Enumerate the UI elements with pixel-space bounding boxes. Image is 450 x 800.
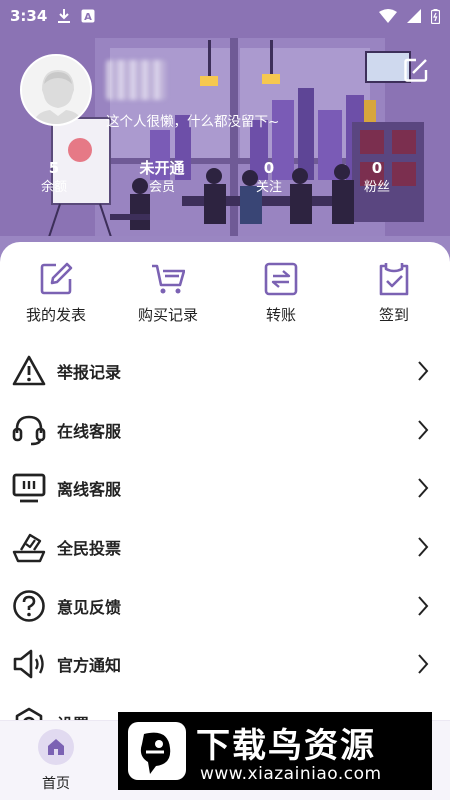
quick-checkin[interactable]: 签到: [338, 262, 450, 325]
stat-following[interactable]: 0 关注: [224, 158, 314, 198]
bird-logo-icon: [128, 722, 186, 780]
menu-item-online-service[interactable]: 在线客服: [0, 401, 450, 460]
watermark-url: www.xiazainiao.com: [200, 764, 382, 784]
menu-label: 在线客服: [57, 421, 122, 441]
tab-home[interactable]: 首页: [26, 729, 86, 793]
cart-icon: [152, 264, 185, 294]
headset-icon: [12, 415, 46, 446]
chevron-right-icon: [418, 537, 429, 557]
wifi-icon: [379, 9, 397, 23]
chevron-right-icon: [418, 654, 429, 674]
menu-item-report-records[interactable]: 举报记录: [0, 342, 450, 401]
profile-stats: 5 余额 未开通 会员 0 关注 0 粉丝: [0, 158, 450, 202]
quick-purchase-records[interactable]: 购买记录: [112, 262, 224, 325]
home-icon: [48, 739, 64, 755]
content-sheet: 我的发表 购买记录 转账 签到 举报记录 在线客服 离线客服 全民投票 意见反馈…: [0, 242, 450, 742]
status-time: 3:34: [10, 7, 48, 25]
chevron-right-icon: [418, 420, 429, 440]
menu-label: 官方通知: [57, 656, 122, 676]
quick-transfer[interactable]: 转账: [225, 262, 337, 325]
quick-label: 转账: [265, 306, 296, 324]
status-bar: 3:34 A: [0, 0, 450, 32]
warning-triangle-icon: [12, 355, 46, 386]
profile-header: 3:34 A 这个人很懒，什么都没留下~ 5 余额 未开通 会员 0 关注 0 …: [0, 0, 450, 268]
ballot-box-icon: [12, 533, 46, 563]
stat-value: 5: [48, 159, 60, 177]
stat-value: 未开通: [139, 159, 185, 177]
menu-item-feedback[interactable]: 意见反馈: [0, 576, 450, 635]
stat-followers[interactable]: 0 粉丝: [332, 158, 422, 198]
username-blurred: [106, 60, 166, 100]
stat-label: 余额: [40, 180, 67, 195]
quick-label: 签到: [378, 306, 409, 324]
stat-value: 0: [263, 159, 275, 177]
menu-item-offline-service[interactable]: 离线客服: [0, 459, 450, 518]
avatar[interactable]: [20, 54, 92, 126]
quick-label: 我的发表: [25, 306, 86, 324]
quick-actions: 我的发表 购买记录 转账 签到: [0, 262, 450, 332]
menu-item-public-vote[interactable]: 全民投票: [0, 518, 450, 577]
menu-list: 举报记录 在线客服 离线客服 全民投票 意见反馈 官方通知: [0, 342, 450, 752]
tab-home-label: 首页: [42, 776, 70, 792]
menu-item-official-notice[interactable]: 官方通知: [0, 635, 450, 694]
checkin-clipboard-icon: [379, 263, 409, 296]
quick-label: 购买记录: [137, 306, 198, 324]
chevron-right-icon: [418, 478, 429, 499]
office-illustration: [0, 0, 450, 268]
home-icon-bubble: [38, 729, 74, 765]
profile-signature: 这个人很懒，什么都没留下~: [106, 114, 280, 130]
stat-label: 粉丝: [363, 180, 390, 195]
battery-icon: [431, 8, 440, 24]
monitor-icon: [12, 474, 46, 503]
watermark-banner: 下载鸟资源 www.xiazainiao.com: [118, 712, 432, 790]
menu-label: 离线客服: [57, 480, 122, 500]
edit-icon[interactable]: [402, 56, 430, 84]
text-a-icon: A: [81, 9, 95, 23]
stat-balance[interactable]: 5 余额: [9, 158, 99, 198]
menu-label: 举报记录: [57, 363, 122, 383]
stat-value: 0: [371, 159, 383, 177]
question-circle-icon: [13, 589, 45, 622]
quick-my-posts[interactable]: 我的发表: [0, 262, 112, 325]
stat-label: 关注: [255, 180, 282, 195]
svg-text:A: A: [84, 12, 92, 23]
pencil-square-icon: [40, 262, 73, 295]
watermark-title: 下载鸟资源: [196, 726, 376, 766]
download-icon: [58, 9, 71, 23]
speaker-icon: [13, 649, 44, 679]
menu-label: 全民投票: [57, 539, 122, 559]
stat-label: 会员: [148, 180, 175, 195]
menu-label: 意见反馈: [57, 597, 122, 617]
signal-icon: [407, 9, 421, 23]
chevron-right-icon: [418, 361, 429, 381]
stat-membership[interactable]: 未开通 会员: [117, 158, 207, 198]
chevron-right-icon: [418, 596, 429, 616]
transfer-icon: [264, 262, 298, 296]
